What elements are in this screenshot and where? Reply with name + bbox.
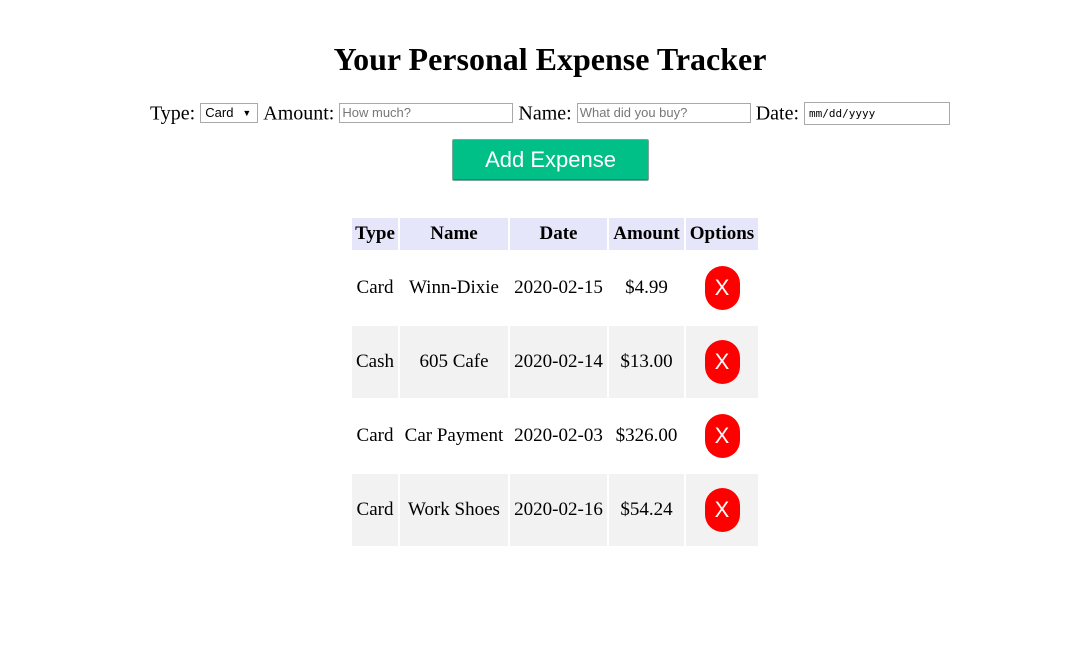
delete-button[interactable]: X [704,340,740,384]
cell-type: Cash [352,326,398,398]
type-select-value: Card [205,105,234,121]
delete-button[interactable]: X [704,488,740,532]
expense-table: Type Name Date Amount Options Card Winn-… [350,216,760,548]
cell-type: Card [352,474,398,546]
date-input[interactable]: mm/dd/yyyy [804,101,950,125]
cell-type: Card [356,277,394,298]
table-header-row: Type Name Date Amount Options [352,218,758,250]
cell-amount: $13.00 [609,326,684,398]
cell-date: 2020-02-15 [514,277,603,298]
cell-type: Card [356,425,394,446]
name-label: Name: [518,102,572,125]
cell-name: Winn-Dixie [409,277,499,298]
type-select[interactable]: Card ▼ [200,103,259,124]
page-title: Your Personal Expense Tracker [333,41,767,77]
cell-name: Work Shoes [400,474,508,546]
cell-options: X [686,326,758,398]
cell-options: X [686,400,758,472]
delete-button[interactable]: X [704,266,740,310]
type-label: Type: [149,102,196,125]
cell-date: 2020-02-03 [514,425,603,446]
cell-date: 2020-02-16 [510,474,607,546]
cell-options: X [686,474,758,546]
name-input[interactable]: What did you buy? [576,103,751,124]
amount-input[interactable]: How much? [339,103,514,124]
cell-amount: $54.24 [609,474,684,546]
add-expense-button[interactable]: Add Expense [452,139,649,181]
expense-form: Type: Card ▼ Amount: How much? Name: Wha… [0,98,1083,127]
delete-button[interactable]: X [704,414,740,458]
cell-amount: $4.99 [625,277,668,298]
table-row: Card Car Payment 2020-02-03 $326.00 X [352,400,758,472]
table-row: Cash 605 Cafe 2020-02-14 $13.00 X [352,326,758,398]
cell-date: 2020-02-14 [510,326,607,398]
cell-name: Car Payment [404,425,504,446]
cell-name: 605 Cafe [400,326,508,398]
header-date: Date [510,218,607,250]
amount-label: Amount: [263,102,335,125]
cell-options: X [686,252,758,324]
header-type: Type [352,218,398,250]
header-amount: Amount [609,218,684,250]
date-label: Date: [755,102,799,125]
chevron-down-icon: ▼ [242,108,252,119]
header-options: Options [686,218,758,250]
cell-amount: $326.00 [615,425,678,446]
header-name: Name [400,218,508,250]
table-row: Card Work Shoes 2020-02-16 $54.24 X [352,474,758,546]
table-row: Card Winn-Dixie 2020-02-15 $4.99 X [352,252,758,324]
